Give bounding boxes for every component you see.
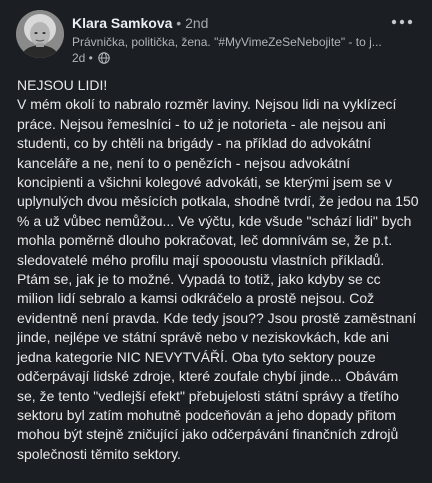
post-body: NEJSOU LIDI! V mém okolí to nabralo rozm… [17, 76, 419, 464]
author-name[interactable]: Klara Samkova [72, 15, 172, 31]
post-header: Klara Samkova • 2nd Právnička, politička… [16, 10, 416, 66]
connection-degree: • 2nd [172, 15, 209, 31]
globe-icon [98, 52, 110, 64]
post-title: NEJSOU LIDI! [17, 77, 108, 93]
post-text: V mém okolí to nabralo rozměr laviny. Ne… [17, 96, 419, 462]
feed-post: Klara Samkova • 2nd Právnička, politička… [0, 0, 432, 483]
avatar-image [16, 10, 64, 58]
post-meta: 2d • [72, 50, 110, 66]
author-name-row: Klara Samkova • 2nd [72, 14, 208, 32]
more-options-button[interactable] [388, 10, 416, 34]
author-headline: Právnička, politička, žena. "#MyVimeZeSe… [72, 35, 382, 49]
post-time: 2d • [72, 51, 93, 65]
more-horizontal-icon [391, 19, 413, 25]
avatar[interactable] [16, 10, 64, 58]
